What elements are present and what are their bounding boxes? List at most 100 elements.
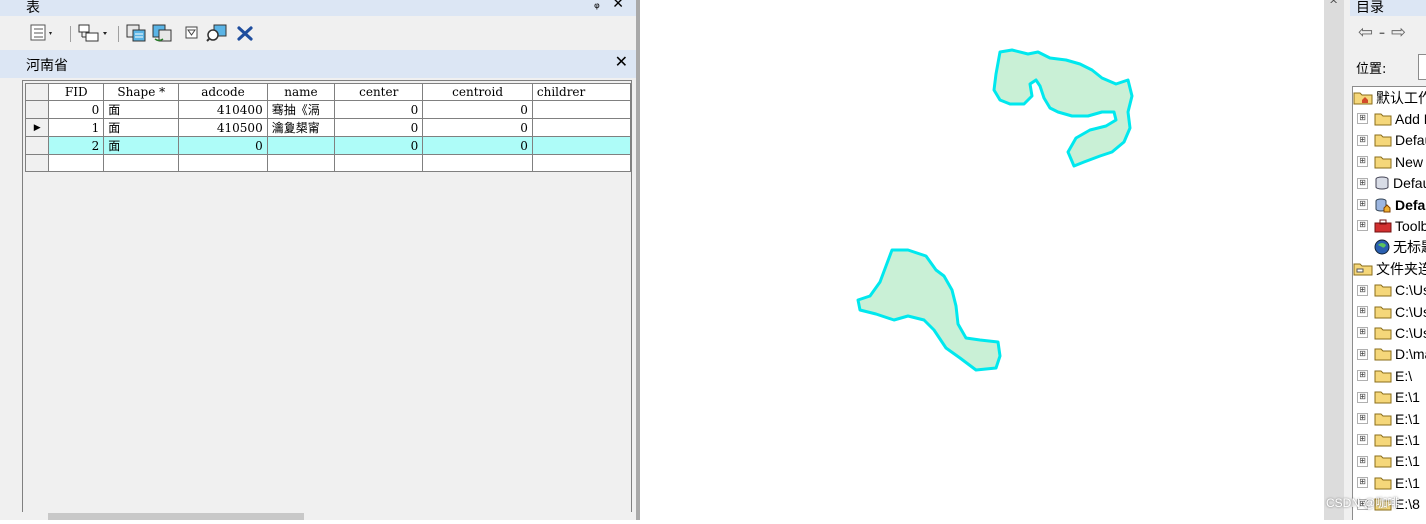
catalog-item[interactable]: ⊞ C:\Users	[1357, 322, 1426, 343]
table-options-icon[interactable]	[30, 24, 56, 42]
catalog-item[interactable]: ⊞ Default.gdb	[1357, 173, 1426, 194]
location-input[interactable]	[1418, 54, 1426, 80]
catalog-item[interactable]: ⊞ New Folder	[1357, 151, 1426, 172]
scroll-up-icon[interactable]: ^	[1329, 0, 1338, 11]
table-cell[interactable]: 0	[422, 118, 533, 137]
table-cell[interactable]: 0	[334, 118, 424, 137]
catalog-item[interactable]: 文件夹连接	[1353, 258, 1426, 279]
table-cell[interactable]: 2	[48, 136, 105, 155]
expand-icon[interactable]: ⊞	[1357, 134, 1368, 146]
catalog-titlebar[interactable]: 目录	[1350, 0, 1426, 16]
catalog-item[interactable]: ⊞ C:\Users	[1357, 280, 1426, 301]
pin-close-buttons[interactable]: ᵩ ✕	[594, 0, 628, 12]
delete-selected-icon[interactable]	[236, 24, 254, 42]
expand-icon[interactable]: ⊞	[1357, 177, 1368, 189]
row-selector[interactable]	[24, 154, 50, 172]
table-cell[interactable]: 瀹夐槼甯	[266, 118, 336, 137]
catalog-item[interactable]: ⊞ Default	[1357, 130, 1426, 151]
column-header[interactable]: childrer	[531, 83, 631, 101]
close-icon[interactable]: ✕	[615, 52, 628, 71]
catalog-item[interactable]: ⊞ Toolbox	[1357, 215, 1426, 236]
column-header[interactable]: Shape *	[103, 83, 180, 101]
catalog-item[interactable]: ⊞ D:\map	[1357, 344, 1426, 365]
table-cell[interactable]: 0	[48, 100, 105, 119]
catalog-item[interactable]: 默认工作目录	[1353, 87, 1426, 108]
expand-icon[interactable]: ⊞	[1357, 113, 1368, 125]
table-cell[interactable]	[48, 154, 105, 172]
catalog-item[interactable]: ⊞ E:\1	[1357, 408, 1420, 429]
expand-icon[interactable]: ⊞	[1357, 455, 1368, 467]
table-cell[interactable]: 面	[103, 118, 180, 137]
catalog-item[interactable]: ⊞ E:\1	[1357, 472, 1420, 493]
expand-icon[interactable]: ⊞	[1357, 284, 1368, 296]
table-cell[interactable]	[266, 136, 336, 155]
map-polygon[interactable]	[856, 248, 1002, 372]
table-cell[interactable]	[422, 154, 533, 172]
expand-icon[interactable]: ⊞	[1357, 391, 1368, 403]
clear-selection-icon[interactable]	[184, 24, 200, 42]
related-tables-icon[interactable]	[78, 24, 112, 42]
table-cell[interactable]	[266, 154, 336, 172]
catalog-item[interactable]: ⊞ E:\	[1357, 365, 1412, 386]
table-cell[interactable]: 面	[103, 100, 180, 119]
map-canvas[interactable]	[640, 0, 1324, 520]
column-header[interactable]: center	[334, 83, 424, 101]
table-cell[interactable]: 面	[103, 136, 180, 155]
column-header[interactable]: FID	[48, 83, 105, 101]
catalog-item[interactable]: ⊞ E:\1	[1357, 387, 1420, 408]
vertical-scrollbar[interactable]: ^	[1324, 0, 1344, 520]
table-cell[interactable]	[334, 154, 424, 172]
table-cell[interactable]: 0	[422, 100, 533, 119]
table-cell[interactable]: 0	[334, 136, 424, 155]
zoom-to-selected-icon[interactable]	[206, 24, 228, 42]
catalog-item[interactable]: ⊞ E:\1	[1357, 429, 1420, 450]
catalog-item[interactable]: ⊞ Add Folder	[1357, 108, 1426, 129]
table-cell[interactable]	[531, 100, 631, 119]
column-header[interactable]: name	[266, 83, 336, 101]
catalog-nav-buttons[interactable]: ⇦ ‑ ⇨	[1358, 22, 1406, 43]
table-cell[interactable]: 骞抽《滆	[266, 100, 336, 119]
catalog-item[interactable]: 无标题	[1357, 237, 1426, 258]
table-row[interactable]: 0 面 410400 骞抽《滆 0 0	[24, 100, 631, 119]
row-selector[interactable]: ▶	[24, 118, 50, 137]
table-cell[interactable]: 1	[48, 118, 105, 137]
column-header[interactable]: centroid	[422, 83, 533, 101]
expand-icon[interactable]: ⊞	[1357, 413, 1368, 424]
catalog-item[interactable]: ⊞ C:\Users	[1357, 301, 1426, 322]
expand-icon[interactable]: ⊞	[1357, 348, 1368, 360]
scroll-thumb[interactable]	[48, 513, 304, 520]
table-cell[interactable]: 410500	[178, 118, 268, 137]
row-selector[interactable]	[24, 100, 50, 119]
table-row-empty[interactable]	[24, 154, 631, 172]
table-cell[interactable]	[103, 154, 180, 172]
table-cell[interactable]: 0	[178, 136, 268, 155]
table-titlebar[interactable]: 表 ᵩ ✕	[0, 0, 636, 16]
expand-icon[interactable]: ⊞	[1357, 477, 1368, 489]
table-cell[interactable]	[531, 136, 631, 155]
expand-icon[interactable]: ⊞	[1357, 156, 1368, 168]
catalog-item[interactable]: ⊞ Default.gdb	[1357, 194, 1426, 215]
catalog-item[interactable]: ⊞ E:\1	[1357, 451, 1420, 472]
switch-selection-icon[interactable]	[152, 24, 174, 42]
row-selector[interactable]	[24, 136, 50, 155]
table-tab[interactable]: 河南省 ✕	[0, 50, 636, 78]
expand-icon[interactable]: ⊞	[1357, 220, 1368, 232]
expand-icon[interactable]: ⊞	[1357, 370, 1368, 382]
map-view[interactable]	[640, 0, 1324, 520]
expand-icon[interactable]: ⊞	[1357, 327, 1368, 339]
expand-icon[interactable]: ⊞	[1357, 434, 1368, 446]
column-header[interactable]: adcode	[178, 83, 268, 101]
table-cell[interactable]	[531, 154, 631, 172]
select-by-attributes-icon[interactable]	[126, 24, 148, 42]
table-row[interactable]: 2面000	[24, 136, 631, 155]
table-cell[interactable]	[531, 118, 631, 137]
corner-cell[interactable]	[24, 83, 50, 101]
expand-icon[interactable]: ⊞	[1357, 306, 1368, 317]
table-cell[interactable]: 0	[422, 136, 533, 155]
table-row[interactable]: ▶ 1 面 410500 瀹夐槼甯 0 0	[24, 118, 631, 137]
map-polygon[interactable]	[992, 48, 1134, 168]
expand-icon[interactable]: ⊞	[1357, 199, 1368, 210]
table-cell[interactable]: 410400	[178, 100, 268, 119]
table-cell[interactable]	[178, 154, 268, 172]
table-cell[interactable]: 0	[334, 100, 424, 119]
